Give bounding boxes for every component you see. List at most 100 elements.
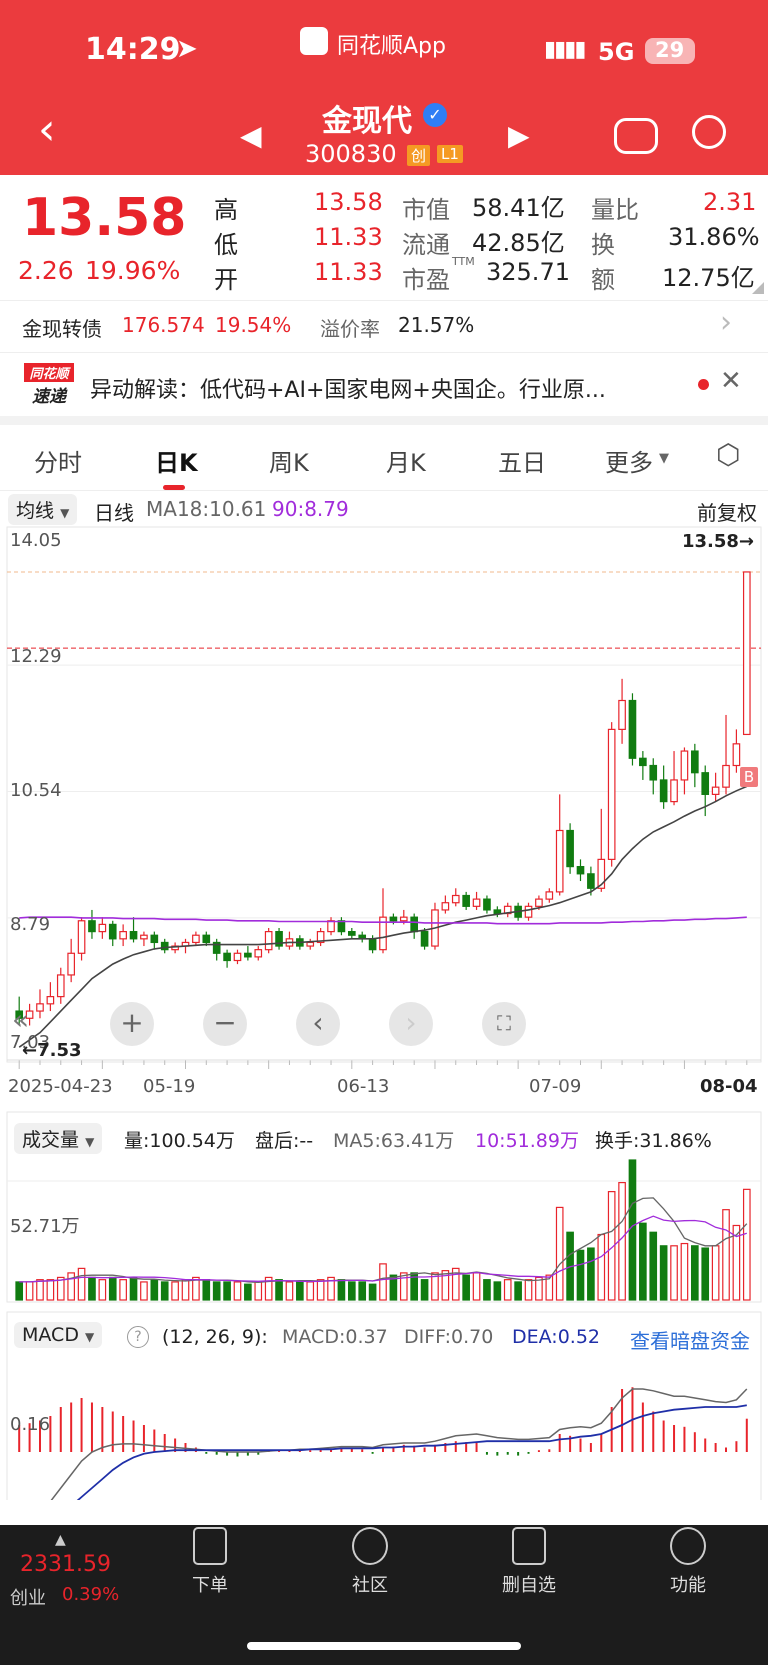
nav-order[interactable]: 下单 [155, 1527, 265, 1597]
search-icon[interactable] [692, 115, 726, 149]
minus-square-icon [512, 1527, 546, 1565]
quote-expand-corner[interactable] [752, 282, 764, 294]
prev-stock-button[interactable]: ◀ [240, 119, 262, 152]
candle-body [659, 779, 668, 803]
close-icon[interactable]: ✕ [720, 366, 742, 396]
zoom-out-button[interactable]: − [203, 1002, 247, 1046]
volume-selector-label: 成交量 [22, 1129, 80, 1151]
candle-body [711, 786, 720, 795]
help-icon[interactable]: ? [127, 1326, 149, 1348]
nav-remove-watchlist[interactable]: 删自选 [474, 1527, 584, 1597]
bond-row[interactable]: 金现转债 176.574 19.54% 溢价率 21.57% › [0, 303, 768, 351]
volume-bar [108, 1276, 117, 1301]
volume-bar [379, 1263, 387, 1301]
index-value[interactable]: 2331.59 [20, 1552, 111, 1577]
tab-daily-k[interactable]: 日K [155, 443, 198, 478]
candle-body [472, 898, 481, 907]
volume-bar [212, 1281, 221, 1301]
volume-ma10: 10:51.89万 [475, 1130, 579, 1152]
community-star-icon [352, 1527, 388, 1565]
candle-body [555, 829, 564, 893]
bond-price: 176.574 [122, 313, 205, 337]
pan-right-button[interactable]: › [389, 1002, 433, 1046]
back-button[interactable]: ‹ [38, 108, 56, 152]
home-indicator [247, 1642, 521, 1650]
tab-monthly-k[interactable]: 月K [386, 443, 426, 478]
caret-down-icon: ▼ [659, 451, 669, 466]
candle-body [410, 916, 419, 933]
quote-label-mktcap: 市值 [402, 196, 450, 224]
tab-five-day[interactable]: 五日 [498, 443, 546, 478]
macd-selector[interactable]: MACD ▼ [14, 1322, 103, 1348]
robot-assistant-icon[interactable] [614, 118, 658, 154]
volume-bar [742, 1188, 751, 1301]
candle-body [483, 898, 491, 911]
buy-signal-badge[interactable]: B [740, 767, 758, 787]
battery-level: 29 [655, 38, 685, 62]
volume-bar [358, 1281, 367, 1301]
collapse-left-icon[interactable]: « [12, 1003, 29, 1036]
candle-body [493, 909, 502, 915]
candle-body [691, 750, 699, 774]
candle-body [722, 764, 730, 788]
tab-timeshare[interactable]: 分时 [34, 443, 82, 478]
nav-functions[interactable]: 功能 [633, 1527, 743, 1597]
candle-body [649, 764, 658, 781]
volume-bar [576, 1249, 585, 1301]
candle-body [56, 974, 65, 998]
candle-body [46, 996, 55, 1005]
quote-label-low: 低 [214, 231, 238, 259]
tab-weekly-k[interactable]: 周K [269, 443, 309, 478]
quote-value-turnover: 31.86% [668, 223, 760, 251]
network-label: 5G [598, 38, 635, 66]
news-logo: 同花顺 速递 [24, 363, 74, 407]
divider [0, 352, 768, 353]
volume-bar [306, 1281, 315, 1301]
candle-body [233, 952, 242, 962]
chart-settings-icon[interactable]: ⬡ [716, 440, 746, 470]
volume-bar [722, 1209, 730, 1301]
volume-bar [639, 1222, 647, 1301]
bond-name: 金现转债 [22, 317, 102, 341]
volume-selector[interactable]: 成交量 ▼ [14, 1123, 103, 1154]
dark-pool-link[interactable]: 查看暗盘资金 [630, 1325, 750, 1354]
candle-body [566, 829, 574, 868]
volume-bar [129, 1276, 138, 1301]
volume-bar [659, 1245, 668, 1301]
next-stock-button[interactable]: ▶ [508, 119, 530, 152]
volume-bar [691, 1245, 699, 1301]
macd-diff-line [50, 1388, 748, 1500]
volume-bar [628, 1159, 637, 1301]
volume-bar [701, 1247, 710, 1301]
quote-value-mktcap: 58.41亿 [472, 194, 565, 222]
pan-left-button[interactable]: ‹ [296, 1002, 340, 1046]
volume-bar [493, 1281, 502, 1301]
news-banner[interactable]: 同花顺 速递 异动解读：低代码+AI+国家电网+央国企。行业原... ✕ [0, 354, 768, 414]
index-name: 创业 [10, 1588, 46, 1609]
nav-community[interactable]: 社区 [315, 1527, 425, 1597]
volume-bar [462, 1274, 470, 1301]
volume-bar [649, 1231, 658, 1301]
candle-body [108, 923, 117, 940]
volume-bar [150, 1279, 159, 1301]
candle-body [150, 934, 159, 944]
volume-bar [223, 1281, 231, 1301]
candle-body [535, 898, 543, 907]
candle-body [680, 750, 689, 781]
location-icon: ➤ [176, 34, 198, 64]
candle-body [140, 934, 148, 940]
news-text: 异动解读：低代码+AI+国家电网+央国企。行业原... [90, 378, 606, 403]
candle-body [545, 891, 554, 900]
candle-body [399, 916, 408, 922]
volume-ma5: MA5:63.41万 [333, 1130, 455, 1152]
tab-more[interactable]: 更多 [605, 443, 653, 478]
volume-bar [275, 1279, 283, 1301]
quote-label-float: 流通 [402, 231, 450, 259]
candle-body [347, 931, 356, 936]
price-axis-label: 12.29 [10, 646, 62, 667]
stock-name: 金现代 [322, 104, 412, 139]
candle-body [244, 952, 252, 958]
candle-body [618, 699, 626, 730]
zoom-in-button[interactable]: + [110, 1002, 154, 1046]
fullscreen-button[interactable]: ⛶ [482, 1002, 526, 1046]
